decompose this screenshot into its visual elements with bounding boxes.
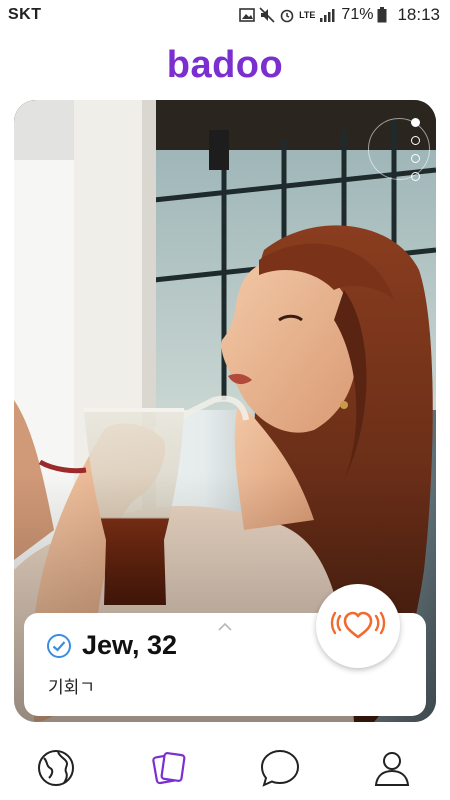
like-button[interactable] <box>316 584 400 668</box>
mute-icon <box>259 7 275 23</box>
heart-waves-icon <box>330 604 386 649</box>
clock: 18:13 <box>397 5 440 24</box>
nav-people-nearby[interactable] <box>34 748 78 792</box>
alarm-icon <box>279 7 295 23</box>
chat-bubble-icon <box>259 748 301 793</box>
cards-icon <box>149 748 189 793</box>
nav-profile[interactable] <box>370 748 414 792</box>
nav-encounters[interactable] <box>147 748 191 792</box>
globe-icon <box>36 748 76 793</box>
status-icons: LTE 71% 18:13 <box>239 4 440 26</box>
chevron-up-icon[interactable] <box>217 619 233 637</box>
lte-icon: LTE <box>299 10 316 20</box>
photo-dot-4[interactable] <box>411 172 420 181</box>
signal-icon <box>319 8 335 22</box>
photo-dot-3[interactable] <box>411 154 420 163</box>
watermark-stamp-icon <box>368 118 430 180</box>
status-bar: SKT LTE 71% 18:13 <box>0 0 450 30</box>
image-notification-icon <box>239 8 255 22</box>
badoo-logo: badoo <box>166 44 284 86</box>
photo-pagination[interactable] <box>411 118 420 181</box>
profile-name-age: Jew, 32 <box>82 630 178 660</box>
carrier-label: SKT <box>8 6 42 23</box>
person-icon <box>372 748 412 793</box>
photo-dot-2[interactable] <box>411 136 420 145</box>
profile-status-text: 기회ㄱ <box>48 678 95 698</box>
battery-percent: 71% <box>341 6 374 23</box>
battery-icon <box>377 7 387 23</box>
verified-check-icon <box>46 633 72 664</box>
bottom-navigation <box>0 728 450 800</box>
nav-messages[interactable] <box>258 748 302 792</box>
photo-dot-1[interactable] <box>411 118 420 127</box>
